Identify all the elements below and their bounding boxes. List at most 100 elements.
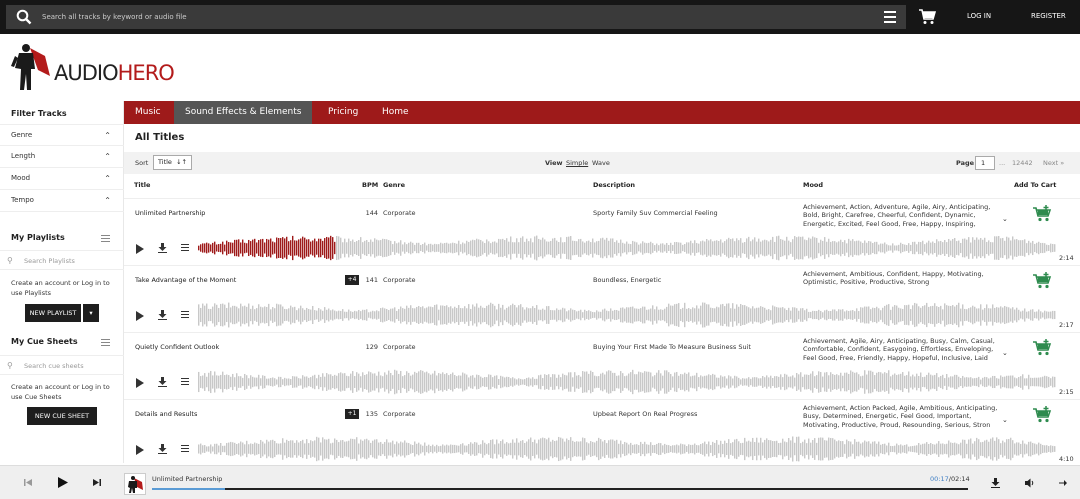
- track-duration: 2:15: [1059, 388, 1074, 396]
- login-link[interactable]: LOG IN: [967, 12, 991, 20]
- chevron-up-icon: ⌃: [104, 152, 111, 161]
- view-simple-link[interactable]: Simple: [566, 159, 588, 167]
- playlists-heading: My Playlists: [11, 233, 65, 242]
- previous-icon[interactable]: [24, 478, 33, 487]
- track-row: Quietly Confident Outlook 129 Corporate Buy…: [124, 332, 1080, 399]
- filter-tempo[interactable]: Tempo ⌃: [0, 190, 124, 212]
- cue-sheets-search-input[interactable]: [24, 360, 118, 372]
- play-icon[interactable]: [136, 244, 144, 254]
- track-row: Unlimited Partnership 144 Corporate Sporty …: [124, 198, 1080, 265]
- new-playlist-dropdown[interactable]: ▾: [83, 304, 99, 322]
- chevron-down-icon[interactable]: ⌄: [1002, 416, 1008, 424]
- page-label: Page: [956, 159, 975, 167]
- player-progress-bar[interactable]: [152, 488, 968, 490]
- play-icon[interactable]: [136, 378, 144, 388]
- new-playlist-button[interactable]: NEW PLAYLIST: [25, 304, 81, 322]
- search-input[interactable]: [42, 9, 842, 25]
- track-genre[interactable]: Corporate: [383, 209, 416, 217]
- download-icon[interactable]: [158, 310, 167, 320]
- next-icon[interactable]: [92, 478, 101, 487]
- volume-icon[interactable]: [1025, 478, 1035, 488]
- nav-pricing[interactable]: Pricing: [317, 101, 369, 124]
- page-input[interactable]: 1: [975, 156, 995, 170]
- filter-mood[interactable]: Mood ⌃: [0, 168, 124, 190]
- track-bpm: 129: [365, 343, 378, 351]
- add-to-cart-icon[interactable]: [1032, 272, 1052, 290]
- track-genre[interactable]: Corporate: [383, 410, 416, 418]
- track-description: Boundless, Energetic: [593, 276, 662, 284]
- track-row: Take Advantage of the Moment +4 141 Corpora…: [124, 265, 1080, 332]
- view-label: View: [545, 159, 563, 167]
- filter-label: Mood: [11, 174, 31, 182]
- last-page-link[interactable]: 12442: [1012, 159, 1033, 167]
- audiohero-logo[interactable]: AUDIOHERO: [10, 42, 200, 94]
- playlists-note: Create an account or Log in to use Playl…: [11, 279, 110, 297]
- filter-label: Tempo: [11, 196, 34, 204]
- nav-sound-effects[interactable]: Sound Effects & Elements: [174, 101, 313, 124]
- add-to-cart-icon[interactable]: [1032, 406, 1052, 424]
- track-title[interactable]: Take Advantage of the Moment: [135, 276, 236, 284]
- download-icon[interactable]: [158, 377, 167, 387]
- cart-icon[interactable]: [918, 8, 936, 26]
- new-cue-sheet-button[interactable]: NEW CUE SHEET: [27, 407, 97, 425]
- track-genre[interactable]: Corporate: [383, 343, 416, 351]
- play-icon[interactable]: [136, 311, 144, 321]
- add-to-cart-icon[interactable]: [1032, 205, 1052, 223]
- cue-sheets-menu-icon[interactable]: [101, 339, 110, 348]
- nav-music[interactable]: Music: [124, 101, 172, 124]
- track-genre[interactable]: Corporate: [383, 276, 416, 284]
- sort-label: Sort: [135, 159, 149, 167]
- track-description: Sporty Family Suv Commercial Feeling: [593, 209, 718, 217]
- track-mood: Achievement, Agile, Airy, Anticipating, …: [803, 337, 995, 362]
- download-icon[interactable]: [991, 478, 1000, 488]
- waveform[interactable]: [198, 300, 1056, 330]
- hero-logo-icon: [11, 44, 50, 90]
- track-title[interactable]: Unlimited Partnership: [135, 209, 205, 217]
- track-title[interactable]: Details and Results: [135, 410, 197, 418]
- caret-down-icon: ▾: [89, 309, 93, 317]
- download-icon[interactable]: [158, 444, 167, 454]
- add-to-cart-icon[interactable]: [1032, 339, 1052, 357]
- view-wave-link[interactable]: Wave: [592, 159, 610, 167]
- arrow-right-icon[interactable]: [1059, 479, 1067, 487]
- filter-length[interactable]: Length ⌃: [0, 146, 124, 168]
- waveform[interactable]: [198, 233, 1056, 263]
- main-nav: Music Sound Effects & Elements Pricing H…: [124, 101, 1080, 124]
- waveform[interactable]: [198, 367, 1056, 397]
- player-progress-fill: [152, 488, 226, 490]
- next-page-link[interactable]: Next »: [1043, 159, 1064, 167]
- register-link[interactable]: REGISTER: [1031, 12, 1066, 20]
- filter-genre[interactable]: Genre ⌃: [0, 124, 124, 146]
- waveform[interactable]: [198, 434, 1056, 464]
- col-bpm[interactable]: BPM: [362, 181, 378, 189]
- nav-home[interactable]: Home: [371, 101, 420, 124]
- logo-text: AUDIOHERO: [54, 61, 175, 85]
- track-title[interactable]: Quietly Confident Outlook: [135, 343, 219, 351]
- playlists-search: ⚲: [0, 250, 124, 270]
- col-description: Description: [593, 181, 636, 189]
- search-icon[interactable]: [16, 9, 32, 25]
- col-title[interactable]: Title: [134, 181, 150, 189]
- sidebar: Filter Tracks Genre ⌃ Length ⌃ Mood ⌃ Tempo…: [0, 101, 124, 463]
- playlists-menu-icon[interactable]: [101, 235, 110, 244]
- alt-versions-badge[interactable]: +1: [345, 409, 359, 419]
- alt-versions-badge[interactable]: +4: [345, 275, 359, 285]
- play-icon[interactable]: [136, 445, 144, 455]
- menu-icon[interactable]: [884, 11, 896, 23]
- chevron-down-icon[interactable]: ⌄: [1002, 215, 1008, 223]
- track-mood: Achievement, Action, Adventure, Agile, A…: [803, 203, 991, 228]
- playlists-search-input[interactable]: [24, 255, 118, 267]
- playlist-add-icon[interactable]: [181, 378, 189, 387]
- track-duration: 2:17: [1059, 321, 1074, 329]
- chevron-down-icon[interactable]: ⌄: [1002, 349, 1008, 357]
- playlist-add-icon[interactable]: [181, 311, 189, 320]
- track-duration: 4:10: [1059, 455, 1074, 463]
- player-time: 00:17/02:14: [930, 475, 970, 483]
- playlist-add-icon[interactable]: [181, 244, 189, 253]
- play-icon[interactable]: [57, 476, 69, 489]
- sort-select[interactable]: Title ↓↑: [153, 155, 192, 170]
- download-icon[interactable]: [158, 243, 167, 253]
- playlist-add-icon[interactable]: [181, 445, 189, 454]
- filter-heading: Filter Tracks: [11, 109, 67, 118]
- col-genre[interactable]: Genre: [383, 181, 405, 189]
